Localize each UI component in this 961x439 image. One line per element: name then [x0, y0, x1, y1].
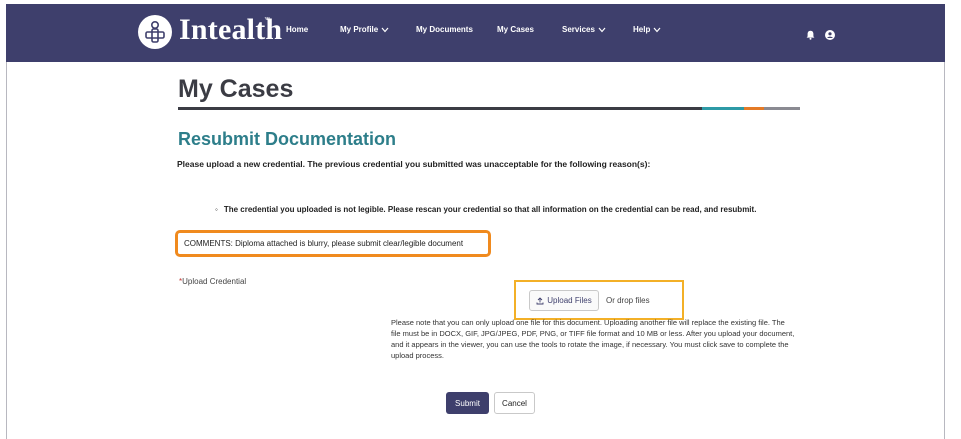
- chevron-down-icon: [653, 27, 661, 32]
- cancel-button[interactable]: Cancel: [494, 392, 535, 414]
- nav-my-cases-label: My Cases: [497, 25, 534, 34]
- nav-home-label: Home: [286, 25, 309, 34]
- bullet-icon: ◦: [215, 205, 218, 214]
- reason-text: The credential you uploaded is not legib…: [223, 205, 757, 214]
- upload-credential-label-text: Upload Credential: [182, 277, 247, 286]
- title-underline: [178, 107, 702, 110]
- upload-icon: [536, 296, 544, 304]
- nav-home[interactable]: Home: [286, 25, 308, 34]
- reason-list-item: ◦ The credential you uploaded is not leg…: [215, 205, 756, 214]
- nav-services[interactable]: Services: [562, 25, 606, 34]
- intro-text: Please upload a new credential. The prev…: [177, 159, 651, 169]
- title-underline-accent-teal: [702, 107, 744, 110]
- section-title: Resubmit Documentation: [178, 129, 397, 149]
- comments-box: COMMENTS: Diploma attached is blurry, pl…: [175, 230, 491, 257]
- user-avatar-icon[interactable]: [825, 27, 835, 45]
- page-title: My Cases: [178, 75, 294, 103]
- upload-note: Please note that you can only upload one…: [391, 318, 795, 360]
- upload-files-button[interactable]: Upload Files: [529, 290, 599, 311]
- nav-services-label: Services: [562, 25, 595, 34]
- comments-text: COMMENTS: Diploma attached is blurry, pl…: [184, 239, 464, 248]
- nav-my-cases[interactable]: My Cases: [497, 25, 534, 34]
- right-border: [944, 62, 945, 439]
- drop-files-text: Or drop files: [606, 296, 650, 305]
- submit-button[interactable]: Submit: [446, 392, 489, 414]
- left-border: [6, 62, 7, 439]
- nav-my-documents[interactable]: My Documents: [416, 25, 473, 34]
- upload-credential-label: *Upload Credential: [179, 277, 246, 286]
- page-frame: Intealth ™ Home My Profile My Documents …: [0, 0, 961, 439]
- chevron-down-icon: [598, 27, 606, 32]
- upload-files-label: Upload Files: [547, 296, 592, 305]
- nav-my-documents-label: My Documents: [416, 25, 473, 34]
- trademark-symbol: ™: [264, 17, 270, 23]
- nav-help-label: Help: [633, 25, 651, 34]
- nav-help[interactable]: Help: [633, 25, 661, 34]
- title-underline-accent-orange: [744, 107, 764, 110]
- chevron-down-icon: [381, 27, 389, 32]
- title-underline-accent-gray: [764, 107, 800, 110]
- nav-my-profile-label: My Profile: [340, 25, 379, 34]
- bell-icon[interactable]: [806, 27, 815, 45]
- nav-my-profile[interactable]: My Profile: [340, 25, 389, 34]
- intealth-logo-icon[interactable]: [138, 15, 172, 49]
